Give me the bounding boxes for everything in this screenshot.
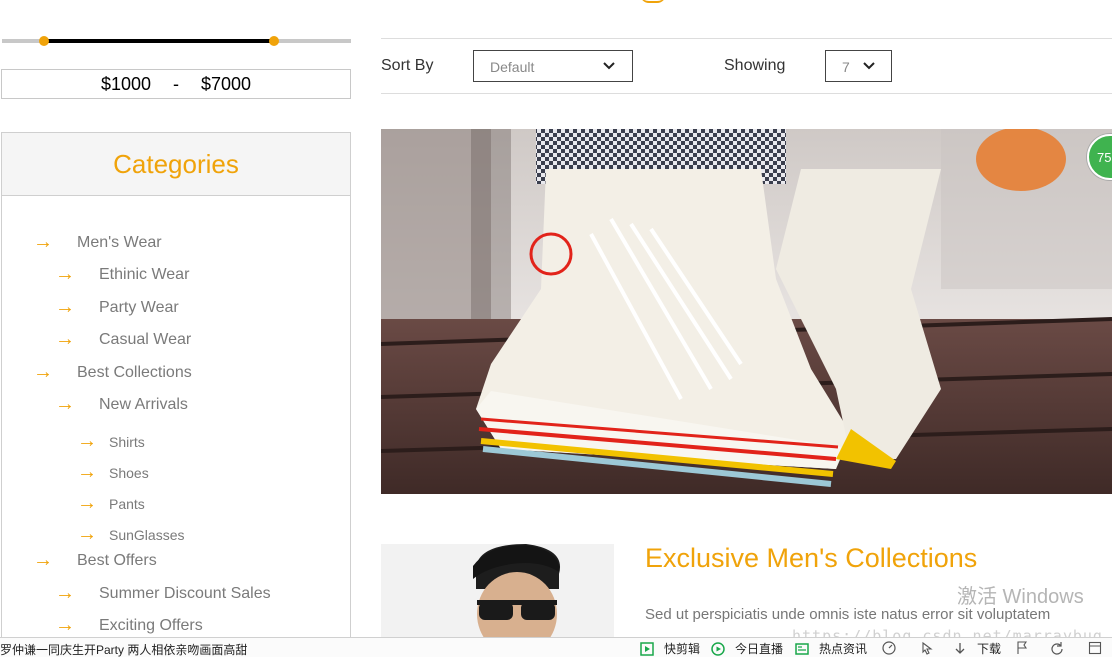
category-label: Pants bbox=[109, 495, 145, 512]
category-label: Best Offers bbox=[77, 551, 157, 569]
category-new-arrivals[interactable]: → New Arrivals bbox=[55, 393, 188, 416]
man-with-sunglasses-illustration bbox=[381, 544, 614, 639]
showing-select-value: 7 bbox=[842, 59, 850, 75]
status-item-label: 快剪辑 bbox=[664, 642, 701, 656]
category-pants[interactable]: → Pants bbox=[77, 492, 145, 515]
category-best-offers[interactable]: → Best Offers bbox=[33, 549, 157, 572]
sort-toolbar: Sort By Default Showing 7 bbox=[381, 38, 1112, 94]
hero-banner-image bbox=[381, 129, 1112, 494]
download-icon bbox=[955, 642, 965, 654]
category-label: Exciting Offers bbox=[99, 616, 203, 634]
price-range-slider[interactable] bbox=[2, 36, 351, 46]
price-max: $7000 bbox=[201, 73, 252, 94]
live-today-button[interactable]: 今日直播 bbox=[711, 640, 783, 657]
category-label: Best Collections bbox=[77, 363, 192, 381]
windows-activation-watermark: 激活 Windows bbox=[957, 586, 1084, 608]
arrow-right-icon: → bbox=[55, 328, 75, 350]
slider-min-handle[interactable] bbox=[38, 36, 49, 46]
category-label: Shirts bbox=[109, 433, 145, 450]
categories-title: Categories bbox=[113, 148, 239, 179]
category-summer-discount-sales[interactable]: → Summer Discount Sales bbox=[55, 582, 271, 605]
news-icon bbox=[795, 642, 809, 655]
refresh-icon[interactable] bbox=[1050, 641, 1064, 655]
status-item-label: 下载 bbox=[977, 642, 1002, 656]
arrow-right-icon: → bbox=[77, 492, 97, 514]
status-item-label: 热点资讯 bbox=[819, 642, 868, 656]
window-icon[interactable] bbox=[1088, 641, 1102, 655]
category-shirts[interactable]: → Shirts bbox=[77, 430, 145, 453]
speed-icon[interactable] bbox=[882, 641, 896, 655]
price-min: $1000 bbox=[100, 73, 151, 94]
arrow-right-icon: → bbox=[55, 393, 75, 415]
category-shoes[interactable]: → Shoes bbox=[77, 461, 149, 484]
categories-panel: Categories → Men's Wear → Ethinic Wear →… bbox=[1, 132, 351, 652]
category-best-collections[interactable]: → Best Collections bbox=[33, 361, 192, 384]
arrow-right-icon: → bbox=[55, 263, 75, 285]
slider-selected-range bbox=[43, 39, 275, 43]
category-label: Party Wear bbox=[99, 298, 179, 316]
category-party-wear[interactable]: → Party Wear bbox=[55, 296, 179, 319]
chevron-down-icon bbox=[603, 62, 615, 70]
flag-icon[interactable] bbox=[1015, 641, 1029, 655]
live-play-icon bbox=[711, 641, 725, 656]
category-casual-wear[interactable]: → Casual Wear bbox=[55, 328, 191, 351]
category-label: Ethinic Wear bbox=[99, 265, 190, 283]
price-separator: - bbox=[173, 73, 179, 94]
sneakers-illustration bbox=[381, 129, 1112, 494]
showing-select[interactable]: 7 bbox=[825, 50, 892, 82]
price-range-display: $1000 - $7000 bbox=[1, 69, 351, 99]
arrow-right-icon: → bbox=[77, 523, 97, 545]
category-label: Shoes bbox=[109, 464, 149, 481]
chevron-down-icon bbox=[863, 62, 875, 70]
category-exciting-offers[interactable]: → Exciting Offers bbox=[55, 614, 203, 637]
hot-news-button[interactable]: 热点资讯 bbox=[795, 640, 867, 657]
quick-edit-button[interactable]: 快剪辑 bbox=[640, 640, 700, 657]
sort-select[interactable]: Default bbox=[473, 50, 633, 82]
category-label: Casual Wear bbox=[99, 330, 192, 348]
category-sunglasses[interactable]: → SunGlasses bbox=[77, 523, 184, 546]
category-ethinic-wear[interactable]: → Ethinic Wear bbox=[55, 263, 189, 286]
news-ticker[interactable]: 罗仲谦一同庆生开Party 两人相依亲吻画面高甜 bbox=[0, 641, 247, 657]
sort-select-value: Default bbox=[490, 59, 535, 75]
sort-by-label: Sort By bbox=[381, 57, 434, 74]
category-label: SunGlasses bbox=[109, 526, 185, 543]
arrow-right-icon: → bbox=[55, 614, 75, 636]
arrow-right-icon: → bbox=[77, 430, 97, 452]
play-icon bbox=[640, 641, 654, 656]
arrow-right-icon: → bbox=[33, 549, 53, 571]
category-mens-wear[interactable]: → Men's Wear bbox=[33, 231, 162, 254]
download-button[interactable]: 下载 bbox=[953, 640, 1001, 657]
slider-max-handle[interactable] bbox=[269, 36, 280, 46]
arrow-right-icon: → bbox=[77, 461, 97, 483]
cursor-icon[interactable] bbox=[920, 641, 934, 655]
showing-label: Showing bbox=[724, 57, 786, 74]
arrow-right-icon: → bbox=[33, 361, 53, 383]
categories-header: Categories bbox=[2, 133, 350, 196]
status-item-label: 今日直播 bbox=[735, 642, 784, 656]
top-decoration bbox=[640, 0, 666, 3]
category-label: Summer Discount Sales bbox=[99, 584, 271, 602]
arrow-right-icon: → bbox=[55, 296, 75, 318]
product-title: Exclusive Men's Collections bbox=[645, 543, 978, 573]
browser-status-bar: 罗仲谦一同庆生开Party 两人相依亲吻画面高甜 快剪辑 今日直播 热点资讯 下… bbox=[0, 637, 1112, 657]
arrow-right-icon: → bbox=[55, 582, 75, 604]
category-label: New Arrivals bbox=[99, 395, 188, 413]
arrow-right-icon: → bbox=[33, 231, 53, 253]
category-label: Men's Wear bbox=[77, 233, 162, 251]
product-image bbox=[381, 544, 614, 639]
